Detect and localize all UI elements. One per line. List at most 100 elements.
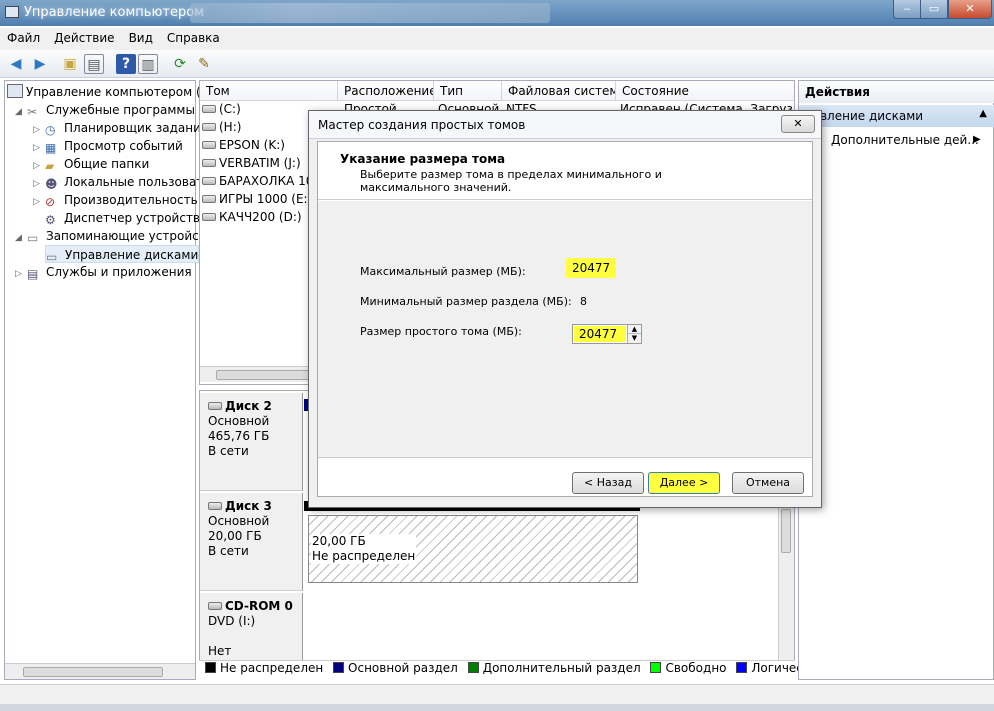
tree-item-scheduler[interactable]: ▷ ◷ Планировщик заданий [33,119,209,137]
collapse-icon[interactable]: ▲ [979,108,987,119]
status-bar [0,684,994,704]
tree-item-label: Просмотр событий [64,139,183,153]
menu-help[interactable]: Справка [160,28,227,48]
partition-status: Не распределен [312,549,416,563]
actions-header: Действия [799,81,994,103]
col-filesystem[interactable]: Файловая система [502,81,616,101]
disk-label-cdrom[interactable]: CD-ROM 0 DVD (I:) Нет носителя [200,593,303,673]
back-button[interactable]: < Назад [572,472,644,494]
expand-arrow-icon[interactable]: ◢ [15,229,27,247]
cdrom-icon [208,602,222,610]
tree-item-label: Управление дисками [65,248,199,262]
device-icon: ⚙ [45,213,56,227]
submenu-arrow-icon[interactable]: ▶ [973,134,981,145]
dialog-close-button[interactable]: ✕ [781,115,815,133]
drive-icon [202,123,216,131]
disk-size: 20,00 ГБ [208,529,262,543]
max-size-value-highlight: 20477 [566,258,617,278]
tree-item-performance[interactable]: ▷ ⊘ Производительность [33,191,198,209]
actions-more-label: Дополнительные дей... [831,133,979,147]
toolbar: ◀ ▶ ▣ ▤ ? ▥ ⟳ ✎ [0,50,994,78]
tree-item-storage[interactable]: ◢ ▭ Запоминающие устройст [15,227,206,245]
up-folder-icon[interactable]: ▣ [60,54,80,74]
tree-hscrollbar[interactable] [5,663,195,679]
collapsed-arrow-icon[interactable]: ▷ [15,265,27,283]
stepper-down-icon[interactable]: ▼ [628,334,641,343]
col-state[interactable]: Состояние [616,81,794,101]
table-row[interactable]: EPSON (K:) [202,138,285,156]
disk3-unallocated-partition[interactable]: 20,00 ГБ Не распределен [308,515,638,583]
col-type[interactable]: Тип [434,81,502,101]
table-row[interactable]: VERBATIM (J:) [202,156,301,174]
tree-item-label: Локальные пользовате [64,175,211,189]
volume-name: КАЧЧ200 (D:) [219,210,302,224]
dialog-content: Указание размера тома Выберите размер то… [317,141,813,497]
show-tree-icon[interactable]: ▤ [84,54,104,74]
legend: Не распределен Основной раздел Дополните… [199,660,859,680]
taskbar-edge [0,704,994,711]
col-volume[interactable]: Том [200,81,338,101]
computer-icon [7,84,23,98]
stepper-up-icon[interactable]: ▲ [628,325,641,334]
disk-label-3[interactable]: Диск 3 Основной 20,00 ГБ В сети [200,493,303,591]
volume-name: EPSON (K:) [219,138,285,152]
app-icon [5,6,19,18]
expand-arrow-icon[interactable]: ◢ [15,103,27,121]
tree-item-events[interactable]: ▷ ▦ Просмотр событий [33,137,183,155]
legend-swatch [650,662,662,673]
title-bar: Управление компьютером ‒ ▭ ✕ [0,0,994,26]
col-location[interactable]: Расположение [338,81,434,101]
volume-size-input[interactable]: 20477 [574,326,626,342]
drive-icon [202,141,216,149]
volume-name: ИГРЫ 1000 (E:) [219,192,313,206]
actions-more[interactable]: Дополнительные дей... [831,133,979,147]
stepper-arrows[interactable]: ▲ ▼ [627,325,641,343]
maximize-button[interactable]: ▭ [920,0,948,19]
forward-icon[interactable]: ▶ [30,54,50,74]
menu-file[interactable]: Файл [0,28,47,48]
tree-root[interactable]: Управление компьютером (л [7,83,208,101]
drive-icon [202,195,216,203]
tree-item-device-manager[interactable]: ⚙ Диспетчер устройств [33,209,200,227]
refresh-icon[interactable]: ⟳ [170,54,190,74]
cancel-button[interactable]: Отмена [732,472,804,494]
next-button[interactable]: Далее > [648,472,720,494]
disk-kind: Основной [208,514,270,528]
disk-state: В сети [208,544,249,558]
actions-section-disk-management[interactable]: равление дисками ▲ [799,105,994,127]
tree-item-label: Общие папки [64,157,150,171]
legend-label: Дополнительный раздел [482,661,641,675]
table-row[interactable]: (C:) [202,102,241,120]
close-button[interactable]: ✕ [948,0,992,19]
export-icon[interactable]: ✎ [194,54,214,74]
navigation-tree: Управление компьютером (л ◢ ✂ Служебные пр… [4,80,211,680]
table-row[interactable]: (H:) [202,120,241,138]
tree-item-label: Диспетчер устройств [64,211,201,225]
tree-item-shared-folders[interactable]: ▷ ▰ Общие папки [33,155,149,173]
minimize-button[interactable]: ‒ [893,0,921,19]
help-icon[interactable]: ? [116,54,136,74]
properties-icon[interactable]: ▥ [138,54,158,74]
disk-kind: DVD (I:) [208,614,256,628]
disk-kind: Основной [208,414,270,428]
tree-item-tools[interactable]: ◢ ✂ Служебные программы [15,101,195,119]
back-icon[interactable]: ◀ [6,54,26,74]
dialog-title-bar: Мастер создания простых томов ✕ [309,111,821,139]
actions-pane: Действия равление дисками ▲ Дополнительн… [798,80,994,680]
folder-icon: ▰ [45,159,55,173]
disk-label-2[interactable]: Диск 2 Основной 465,76 ГБ В сети [200,393,303,491]
dialog-title: Мастер создания простых томов [318,118,526,132]
tree-item-disk-management[interactable]: ▭ Управление дисками [45,245,200,264]
tree-item-users[interactable]: ▷ ☻ Локальные пользовате [33,173,211,191]
table-row[interactable]: ИГРЫ 1000 (E:) [202,192,312,210]
drive-icon [202,213,216,221]
table-row[interactable]: БАРАХОЛКА 100 [202,174,321,192]
tree-root-label: Управление компьютером (л [26,85,209,99]
min-size-value: 8 [580,295,587,308]
menu-view[interactable]: Вид [122,28,160,48]
volume-size-stepper[interactable]: 20477 ▲ ▼ [572,324,642,344]
tree-item-label: Службы и приложения [46,265,192,279]
tree-item-services[interactable]: ▷ ▤ Службы и приложения [15,263,192,281]
menu-action[interactable]: Действие [47,28,121,48]
table-row[interactable]: КАЧЧ200 (D:) [202,210,302,228]
